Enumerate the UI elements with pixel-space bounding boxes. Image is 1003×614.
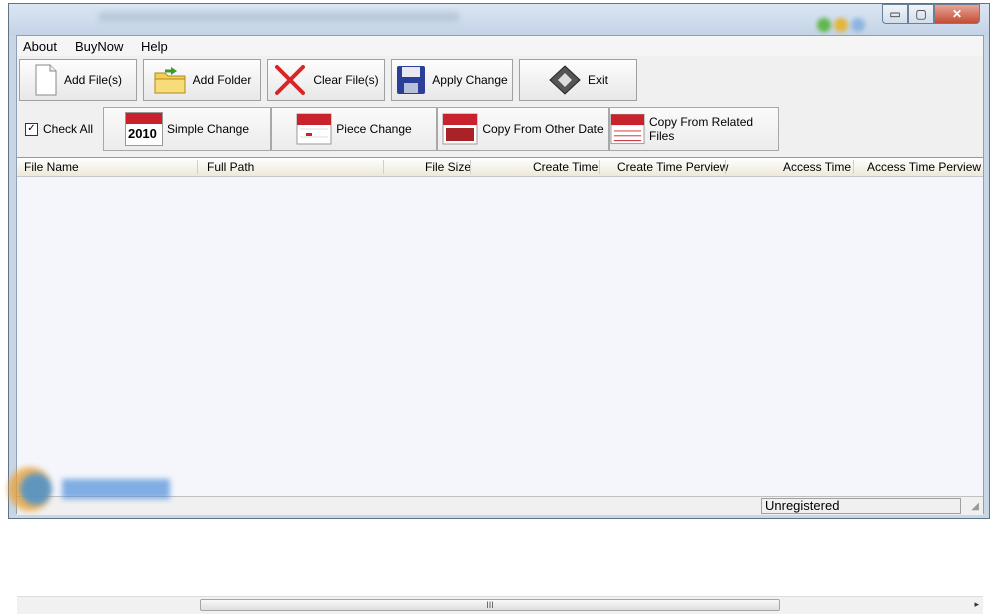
check-all-checkbox[interactable]: ✓ Check All: [25, 122, 93, 136]
column-divider[interactable]: [197, 160, 198, 174]
add-files-label: Add File(s): [63, 73, 122, 87]
main-toolbar: Add File(s) Add Folder Clear File(s) App…: [17, 57, 983, 103]
column-access-time[interactable]: Access Time: [783, 160, 851, 174]
horizontal-scrollbar[interactable]: III ▸: [17, 596, 983, 614]
blurred-title: [99, 12, 459, 22]
column-divider[interactable]: [383, 160, 384, 174]
column-create-time[interactable]: Create Time: [533, 160, 598, 174]
add-folder-button[interactable]: Add Folder: [143, 59, 261, 101]
app-window: ▭ ▢ ✕ About BuyNow Help Add File(s) Add …: [8, 3, 990, 614]
apply-change-button[interactable]: Apply Change: [391, 59, 513, 101]
clear-files-button[interactable]: Clear File(s): [267, 59, 385, 101]
calendar-lines-icon: [610, 113, 645, 145]
menu-about[interactable]: About: [23, 39, 57, 54]
column-divider[interactable]: [725, 160, 726, 174]
floppy-disk-icon: [397, 66, 426, 94]
copy-from-other-date-label: Copy From Other Date: [482, 122, 604, 136]
red-x-icon: [275, 65, 306, 95]
apply-change-label: Apply Change: [432, 73, 508, 87]
copy-from-other-date-button[interactable]: Copy From Other Date: [437, 107, 609, 151]
add-files-button[interactable]: Add File(s): [19, 59, 137, 101]
check-all-label: Check All: [43, 122, 94, 136]
date-toolbar: ✓ Check All 2010 Simple Change Piece Cha…: [17, 106, 983, 154]
list-header: File Name Full Path File Size Create Tim…: [17, 158, 983, 177]
menu-buynow[interactable]: BuyNow: [75, 39, 123, 54]
menu-help[interactable]: Help: [141, 39, 168, 54]
exit-button[interactable]: Exit: [519, 59, 637, 101]
minimize-icon: ▭: [889, 7, 901, 21]
copy-from-related-files-label: Copy From Related Files: [649, 115, 754, 143]
column-full-path[interactable]: Full Path: [207, 160, 254, 174]
column-create-time-perview[interactable]: Create Time Perview: [617, 160, 728, 174]
resize-grip-icon[interactable]: ◢: [971, 501, 979, 512]
simple-change-label: Simple Change: [166, 122, 250, 136]
status-registration: Unregistered: [761, 498, 961, 514]
client-area: About BuyNow Help Add File(s) Add Folder…: [16, 35, 984, 614]
calendar-year-text: 2010: [127, 126, 157, 141]
maximize-icon: ▢: [915, 7, 927, 21]
column-divider[interactable]: [470, 160, 471, 174]
calendar-2010-icon: 2010: [124, 112, 163, 146]
piece-change-label: Piece Change: [336, 122, 412, 136]
close-button[interactable]: ✕: [934, 4, 980, 24]
maximize-button[interactable]: ▢: [908, 4, 934, 24]
folder-icon: [154, 67, 186, 94]
scrollbar-thumb[interactable]: III: [200, 599, 780, 611]
menu-bar: About BuyNow Help: [17, 36, 983, 56]
blurred-watermark: [0, 455, 175, 523]
clear-files-label: Clear File(s): [313, 73, 379, 87]
blurred-tray-icons: [817, 18, 877, 32]
file-icon: [35, 64, 57, 96]
exit-label: Exit: [587, 73, 608, 87]
column-divider[interactable]: [853, 160, 854, 174]
column-divider[interactable]: [599, 160, 600, 174]
scrollbar-grip-icon: III: [486, 600, 494, 610]
file-list[interactable]: File Name Full Path File Size Create Tim…: [17, 157, 983, 614]
calendar-piece-icon: [296, 113, 332, 145]
piece-change-button[interactable]: Piece Change: [271, 107, 437, 151]
checkbox-check-icon: ✓: [25, 122, 38, 136]
copy-from-related-files-button[interactable]: Copy From Related Files: [609, 107, 779, 151]
scroll-right-arrow-icon[interactable]: ▸: [974, 599, 979, 610]
column-file-size[interactable]: File Size: [425, 160, 471, 174]
column-access-time-perview[interactable]: Access Time Perview: [867, 160, 981, 174]
calendar-grid-icon: [442, 113, 478, 145]
minimize-button[interactable]: ▭: [882, 4, 908, 24]
exit-icon: [549, 65, 581, 95]
title-bar[interactable]: ▭ ▢ ✕: [9, 4, 989, 35]
column-file-name[interactable]: File Name: [24, 160, 79, 174]
simple-change-button[interactable]: 2010 Simple Change: [103, 107, 271, 151]
close-icon: ✕: [951, 7, 963, 21]
add-folder-label: Add Folder: [192, 73, 252, 87]
